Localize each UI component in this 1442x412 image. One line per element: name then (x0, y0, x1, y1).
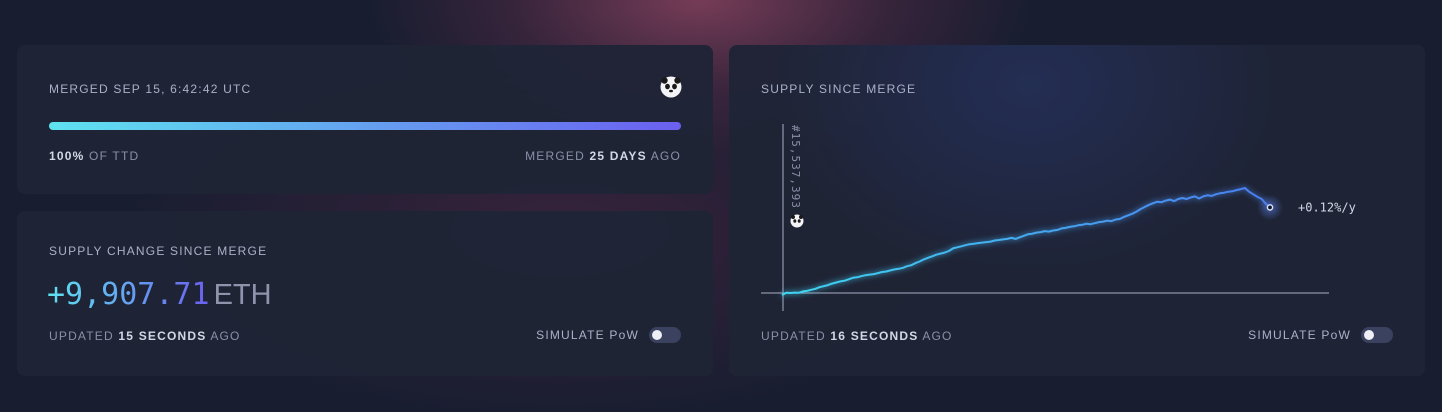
merge-marker-icon (790, 214, 804, 228)
ttd-progress-bar (49, 122, 681, 130)
simulate-pow-text: PoW (609, 328, 639, 342)
merged-prefix: MERGED (525, 149, 585, 163)
merged-days: 25 DAYS (589, 149, 647, 163)
supply-title: SUPPLY CHANGE SINCE MERGE (49, 244, 268, 258)
block-label: #15,537,393 (789, 125, 802, 209)
updated-prefix: UPDATED (761, 329, 826, 343)
supply-updated: UPDATED 15 SECONDS AGO (49, 329, 241, 343)
supply-simulate-pow: SIMULATE PoW (536, 327, 681, 343)
supply-unit: ETH (213, 279, 272, 311)
simulate-text: SIMULATE (536, 328, 610, 342)
rate-label: +0.12%/y (1298, 200, 1356, 214)
supply-number: +9,907.71 (47, 277, 210, 312)
supply-value: +9,907.71 ETH (47, 277, 272, 312)
simulate-pow-text: PoW (1321, 328, 1351, 342)
panda-icon (660, 76, 682, 98)
ttd-suffix: OF TTD (89, 149, 140, 163)
merged-suffix: AGO (650, 149, 681, 163)
simulate-label: SIMULATE PoW (536, 328, 639, 342)
simulate-text: SIMULATE (1248, 328, 1322, 342)
toggle-knob (652, 330, 662, 340)
merge-card: MERGED SEP 15, 6:42:42 UTC 100% OF TTD M… (17, 45, 713, 194)
ttd-progress-fill (49, 122, 681, 130)
merge-title: MERGED SEP 15, 6:42:42 UTC (49, 82, 252, 96)
simulate-pow-toggle[interactable] (649, 327, 681, 343)
supply-series-line (781, 187, 1271, 296)
updated-time: 16 SECONDS (830, 329, 919, 343)
updated-suffix: AGO (210, 329, 241, 343)
supply-change-card: SUPPLY CHANGE SINCE MERGE +9,907.71 ETH U… (17, 211, 713, 376)
simulate-label: SIMULATE PoW (1248, 328, 1351, 342)
updated-time: 15 SECONDS (118, 329, 207, 343)
merged-days-status: MERGED 25 DAYS AGO (525, 149, 681, 163)
simulate-pow-toggle[interactable] (1361, 327, 1393, 343)
current-point (1266, 204, 1274, 211)
ttd-status: 100% OF TTD (49, 149, 139, 163)
chart-updated: UPDATED 16 SECONDS AGO (761, 329, 953, 343)
toggle-knob (1364, 330, 1374, 340)
chart-simulate-pow: SIMULATE PoW (1248, 327, 1393, 343)
supply-chart-card: SUPPLY SINCE MERGE #15,537,393 +0.12%/y … (729, 45, 1425, 376)
updated-suffix: AGO (922, 329, 953, 343)
updated-prefix: UPDATED (49, 329, 114, 343)
ttd-percent: 100% (49, 149, 85, 163)
